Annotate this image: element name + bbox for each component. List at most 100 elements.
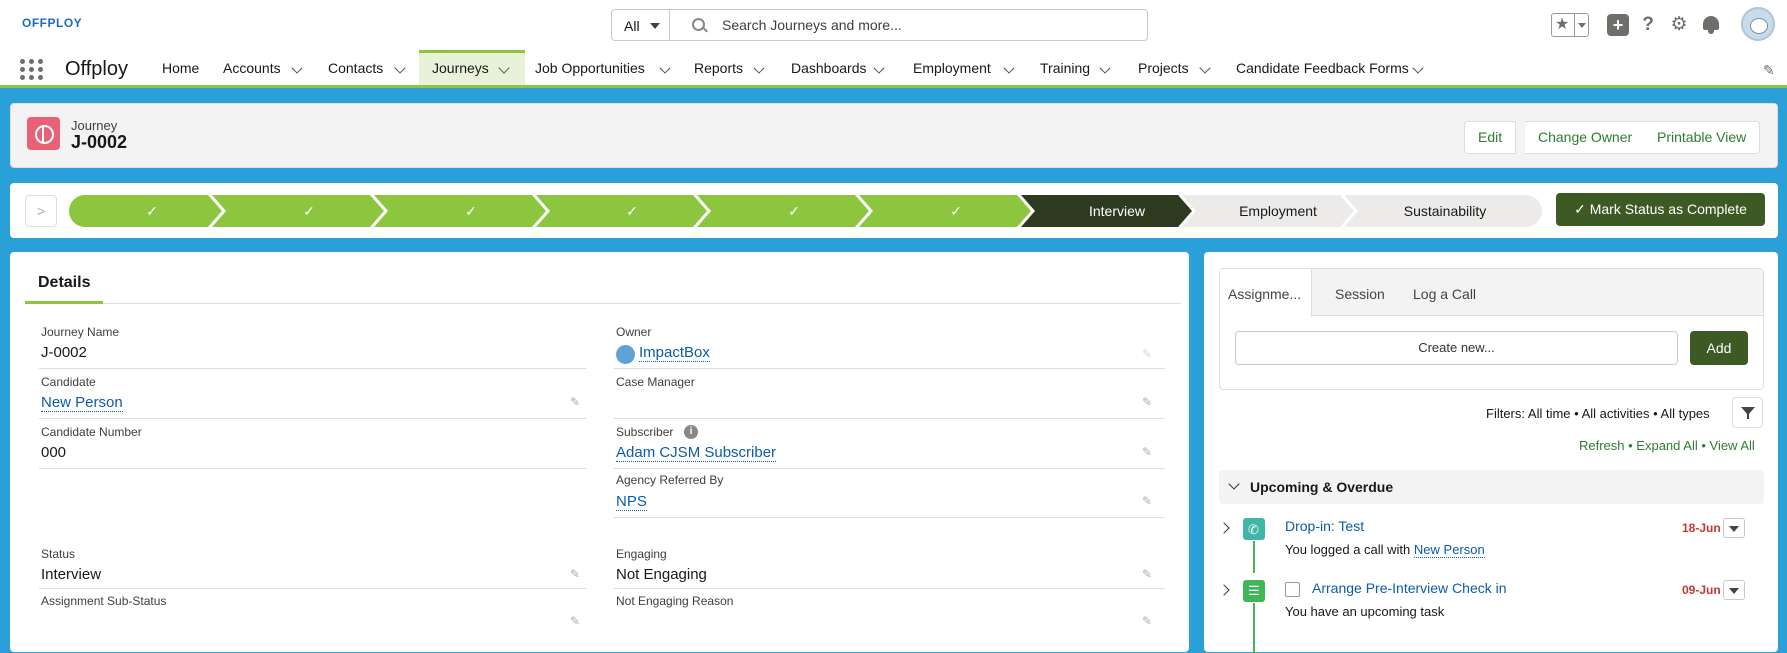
nav-item-employment[interactable]: Employment [913,50,1015,85]
activity-subtext: You logged a call with New Person [1285,542,1485,558]
search-scope-dropdown[interactable]: All [612,10,670,40]
activity-title[interactable]: Drop-in: Test [1285,518,1364,534]
field-link-owner[interactable]: ImpactBox [639,344,710,362]
edit-pencil-icon[interactable]: ✎ [1142,445,1152,459]
divider [39,588,586,589]
activity-date: 18-Jun [1682,521,1721,535]
field-value-journey-name: J-0002 [41,344,87,361]
gear-icon[interactable]: ⚙ [1668,14,1690,36]
nav-item-projects[interactable]: Projects [1138,50,1211,85]
chevron-down-icon[interactable] [753,62,765,74]
nav-item-label: Dashboards [791,60,867,76]
field-label-journey-name: Journey Name [41,325,120,339]
divider [614,368,1165,369]
search-icon [692,18,705,31]
edit-pencil-icon[interactable]: ✎ [570,614,580,628]
field-value-status: Interview [41,566,102,583]
edit-pencil-icon[interactable]: ✎ [570,567,580,581]
nav-item-journeys[interactable]: Journeys [432,50,510,85]
company-logo[interactable]: OFFPLOY [22,16,82,30]
activity-subtext: You have an upcoming task [1285,604,1445,619]
activity-title[interactable]: Arrange Pre-Interview Check in [1312,580,1507,596]
activity-subtext-prefix: You logged a call with [1285,542,1411,557]
mark-status-complete-button[interactable]: ✓ Mark Status as Complete [1556,193,1765,226]
nav-item-contacts[interactable]: Contacts [328,50,406,85]
app-launcher-icon[interactable] [20,59,44,81]
field-label-agency-referred-by: Agency Referred By [616,473,724,487]
nav-item-label: Employment [913,60,991,76]
field-label-candidate: Candidate [41,375,96,389]
help-icon[interactable]: ? [1637,14,1659,36]
bell-icon[interactable] [1703,16,1719,34]
check-icon: ✓ [1574,201,1590,217]
nav-item-home[interactable]: Home [162,50,199,85]
tab-details[interactable]: Details [38,274,90,292]
divider [39,468,586,469]
activity-links[interactable]: Refresh • Expand All • View All [1579,438,1755,453]
search-input[interactable]: Search Journeys and more... [722,17,902,33]
add-icon[interactable]: + [1607,14,1629,36]
search-scope-label: All [624,18,640,34]
change-owner-icon[interactable]: ✎ [1142,347,1152,361]
chevron-down-icon[interactable] [394,62,406,74]
chevron-down-icon[interactable] [1003,62,1015,74]
chevron-down-icon[interactable] [873,62,885,74]
activity-menu-dropdown[interactable] [1723,518,1745,538]
nav-item-training[interactable]: Training [1040,50,1111,85]
edit-pencil-icon[interactable]: ✎ [1142,395,1152,409]
upcoming-overdue-section[interactable]: Upcoming & Overdue [1219,470,1764,504]
chevron-down-icon[interactable] [1412,62,1424,74]
info-icon[interactable]: i [684,425,698,439]
favorites-icon[interactable]: ★ [1551,13,1589,37]
filter-icon[interactable] [1732,397,1763,428]
active-tab-underline [25,301,103,304]
create-new-input[interactable]: Create new... [1235,331,1678,365]
tab-session[interactable]: Session [1335,286,1385,302]
nav-item-job-opportunities[interactable]: Job Opportunities [535,50,671,85]
chevron-down-icon [1228,478,1240,490]
global-search: All Search Journeys and more... [611,9,1148,41]
nav-item-dashboards[interactable]: Dashboards [791,50,885,85]
tab-assignment[interactable]: Assignme... [1220,269,1312,317]
chevron-down-icon[interactable] [1199,62,1211,74]
nav-item-label: Candidate Feedback Forms [1236,60,1409,76]
object-label: Journey [71,118,118,133]
edit-pencil-icon[interactable]: ✎ [570,395,580,409]
mark-status-complete-label: Mark Status as Complete [1589,201,1747,217]
nav-item-accounts[interactable]: Accounts [223,50,303,85]
timeline-line [1253,541,1255,573]
edit-pencil-icon[interactable]: ✎ [1142,494,1152,508]
chevron-down-icon[interactable] [659,62,671,74]
activity-link-new-person[interactable]: New Person [1413,542,1485,558]
avatar[interactable] [1741,7,1775,41]
change-owner-button[interactable]: Change Owner [1525,121,1647,154]
activity-date: 09-Jun [1682,583,1721,597]
field-link-subscriber[interactable]: Adam CJSM Subscriber [616,444,777,462]
divider [614,588,1165,589]
nav-item-label: Job Opportunities [535,60,645,76]
chevron-down-icon[interactable] [291,62,303,74]
nav-item-candidate-feedback-forms[interactable]: Candidate Feedback Forms [1236,50,1424,85]
chevron-right-icon[interactable] [1218,584,1230,596]
chevron-right-icon[interactable] [1218,522,1230,534]
user-avatar-icon [616,345,635,364]
task-checkbox[interactable] [1285,582,1300,597]
timeline-line [1253,603,1255,653]
add-button[interactable]: Add [1690,331,1748,365]
printable-view-button[interactable]: Printable View [1644,121,1761,154]
field-link-candidate[interactable]: New Person [41,394,123,412]
nav-item-reports[interactable]: Reports [694,50,765,85]
chevron-down-icon[interactable] [1099,62,1111,74]
path-stage-check-icon: ✓ [950,203,962,219]
tab-log-a-call[interactable]: Log a Call [1413,286,1476,302]
edit-button[interactable]: Edit [1464,121,1517,154]
activity-menu-dropdown[interactable] [1723,580,1745,600]
edit-pencil-icon[interactable]: ✎ [1142,614,1152,628]
global-header: OFFPLOY All Search Journeys and more... … [0,0,1787,50]
chevron-right-icon[interactable]: > [25,195,57,227]
path-stage-label-interview: Interview [1088,203,1146,219]
field-link-agency[interactable]: NPS [616,493,647,511]
status-path: > ✓ ✓ ✓ ✓ ✓ ✓ Interview Employment Susta… [10,183,1778,238]
edit-pencil-icon[interactable]: ✎ [1142,567,1152,581]
edit-nav-pencil-icon[interactable]: ✎ [1763,62,1775,79]
